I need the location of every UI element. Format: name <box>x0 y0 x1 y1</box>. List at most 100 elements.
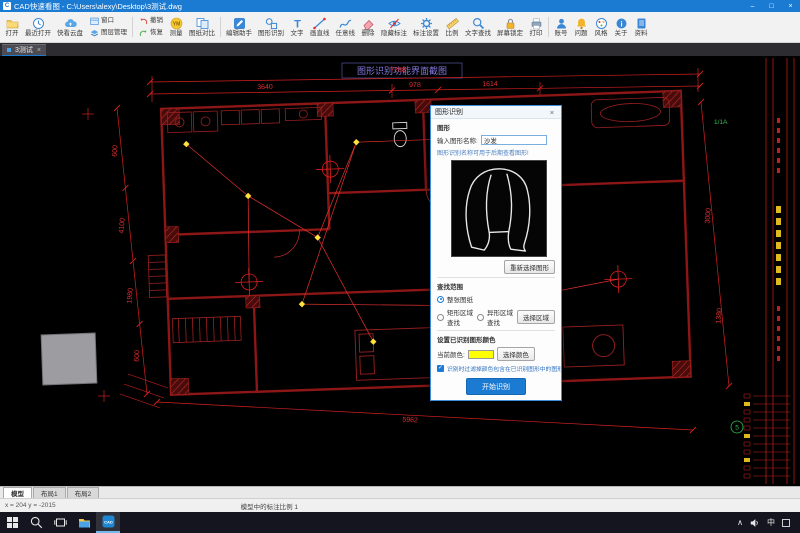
file-explorer-icon <box>78 519 90 528</box>
shape-name-label: 输入图形名称: <box>437 138 478 145</box>
tray-expand-icon[interactable]: ∧ <box>737 518 743 527</box>
toolbar-undo-button[interactable]: 撤销 <box>138 16 163 26</box>
document-tab[interactable]: 3测试 × <box>2 44 46 56</box>
window-title: CAD快速看图 - C:\Users\alexy\Desktop\3测试.dwg <box>14 1 182 11</box>
task-view-button[interactable] <box>48 512 72 533</box>
dim-bottom-total: 5962 <box>402 417 418 425</box>
compare-sheets-icon <box>195 16 209 30</box>
cursor-coordinates: x = 204 y = -2015 <box>5 502 56 509</box>
windows-logo-icon <box>6 517 18 528</box>
toolbar-window-button[interactable]: 窗口 <box>89 16 127 26</box>
close-button[interactable]: × <box>781 0 800 12</box>
filter-option[interactable]: ✓ 识别时过滤掉颜色包含在已识别图形中的图形! <box>437 364 561 373</box>
palette-icon <box>594 16 608 30</box>
dim-left3: 1980 <box>126 288 134 304</box>
svg-text:T: T <box>294 18 301 30</box>
toolbar-shape-recognition-button[interactable]: 图形识别 <box>255 13 287 41</box>
main-toolbar: 打开 最近打开 快看云盘 窗口 图层管理 撤销 恢复 YM 测量 图纸对比 编辑… <box>0 12 800 43</box>
radio-full-drawing[interactable] <box>437 295 444 303</box>
toolbar-layers-button[interactable]: 图层管理 <box>89 28 127 38</box>
range-option-areas: 矩形区域查找 异形区域查找 选择区域 <box>437 307 555 327</box>
toolbar-separator <box>220 17 221 37</box>
shape-section-label: 图形 <box>437 125 450 132</box>
toolbar-style-button[interactable]: 风格 <box>591 13 611 41</box>
line-icon <box>313 16 327 30</box>
toolbar-account-button[interactable]: 账号 <box>551 13 571 41</box>
shape-recognition-dialog: 图形识别 × 图形 输入图形名称: 图形识别名称可用于后期查看图形! <box>430 105 562 401</box>
maximize-button[interactable]: □ <box>762 0 781 12</box>
sheet-tab-model[interactable]: 模型 <box>3 487 32 498</box>
task-view-icon <box>53 518 67 527</box>
toolbar-draw-line-button[interactable]: 画直线 <box>307 13 333 41</box>
toolbar-hide-annotation-button[interactable]: 隐藏标注 <box>378 13 410 41</box>
system-tray: ∧ 中 <box>737 512 800 533</box>
toolbar-print-button[interactable]: 打印 <box>526 13 546 41</box>
text-icon: T <box>290 16 304 30</box>
shape-preview <box>451 160 547 257</box>
range-section-label: 查找范围 <box>437 277 555 291</box>
current-color-label: 当前颜色: <box>437 352 465 359</box>
start-button[interactable] <box>0 512 24 533</box>
document-tab-bar: 3测试 × <box>0 43 800 56</box>
grid-label-top-right: 1/1A <box>714 119 728 126</box>
toolbar-text-button[interactable]: T 文字 <box>287 13 307 41</box>
toolbar-measure-button[interactable]: YM 测量 <box>166 13 186 41</box>
toolbar-separator <box>132 17 133 37</box>
bell-icon <box>574 16 588 30</box>
volume-icon[interactable] <box>750 518 760 528</box>
dim-right1: 3000 <box>704 208 712 224</box>
dim-left2: 4100 <box>118 218 126 234</box>
toolbar-cloud-button[interactable]: 快看云盘 <box>54 13 86 41</box>
sheet-tab-bar: 模型 布局1 布局2 <box>0 486 800 498</box>
toolbar-about-button[interactable]: i 关于 <box>611 13 631 41</box>
tab-close-icon[interactable]: × <box>37 47 41 54</box>
filter-checkbox[interactable]: ✓ <box>437 365 444 372</box>
radio-rect-area[interactable] <box>437 313 444 321</box>
shape-recognition-icon <box>264 16 278 30</box>
shape-name-input[interactable] <box>480 135 547 145</box>
cloud-icon <box>63 16 77 30</box>
file-explorer-button[interactable] <box>72 512 96 533</box>
radio-other-area[interactable] <box>477 313 484 321</box>
dialog-close-button[interactable]: × <box>547 108 557 117</box>
toolbar-annotation-settings-button[interactable]: 标注设置 <box>410 13 442 41</box>
reselect-shape-button[interactable]: 重新选择图形 <box>504 260 555 274</box>
toolbar-delete-button[interactable]: 删除 <box>358 13 378 41</box>
select-area-button[interactable]: 选择区域 <box>517 310 555 324</box>
title-bar: C CAD快速看图 - C:\Users\alexy\Desktop\3测试.d… <box>0 0 800 12</box>
choose-color-button[interactable]: 选择颜色 <box>496 347 535 361</box>
dialog-title: 图形识别 <box>435 109 463 116</box>
range-option-full[interactable]: 整张图纸 <box>437 294 555 304</box>
toolbar-scale-button[interactable]: 比例 <box>442 13 462 41</box>
taskbar-search-button[interactable] <box>24 512 48 533</box>
eraser-icon <box>361 16 375 30</box>
drawing-canvas[interactable]: 图形识别功能界面截图 7788 3640 978 1614 600 4100 1… <box>0 56 800 486</box>
svg-text:YM: YM <box>172 21 180 27</box>
cad-app-taskbar-button[interactable]: CAD <box>96 512 120 533</box>
toolbar-recent-button[interactable]: 最近打开 <box>22 13 54 41</box>
measure-icon: YM <box>169 16 183 30</box>
toolbar-redo-button[interactable]: 恢复 <box>138 28 163 38</box>
sheet-tab-layout2[interactable]: 布局2 <box>66 487 100 498</box>
dim-left4: 600 <box>134 350 142 362</box>
toolbar-edit-assistant-button[interactable]: 编辑助手 <box>223 13 255 41</box>
book-icon <box>634 16 648 30</box>
toolbar-free-line-button[interactable]: 任意线 <box>333 13 359 41</box>
start-recognition-button[interactable]: 开始识别 <box>466 378 526 395</box>
input-method-indicator[interactable]: 中 <box>767 517 775 528</box>
eye-slash-icon <box>387 16 401 30</box>
ruler-icon <box>445 16 459 30</box>
toolbar-screen-lock-button[interactable]: 屏幕锁定 <box>494 13 526 41</box>
app-icon: C <box>3 2 11 10</box>
cad-app-icon: CAD <box>102 515 114 528</box>
lock-icon <box>503 16 517 30</box>
action-center-icon[interactable] <box>782 518 790 527</box>
minimize-button[interactable]: – <box>743 0 762 12</box>
toolbar-find-text-button[interactable]: 文字查找 <box>462 13 494 41</box>
toolbar-docs-button[interactable]: 资料 <box>631 13 651 41</box>
toolbar-message-button[interactable]: 问题 <box>571 13 591 41</box>
sheet-tab-layout1[interactable]: 布局1 <box>33 487 66 498</box>
dialog-title-bar[interactable]: 图形识别 × <box>431 106 561 119</box>
toolbar-open-button[interactable]: 打开 <box>2 13 22 41</box>
toolbar-compare-button[interactable]: 图纸对比 <box>186 13 218 41</box>
